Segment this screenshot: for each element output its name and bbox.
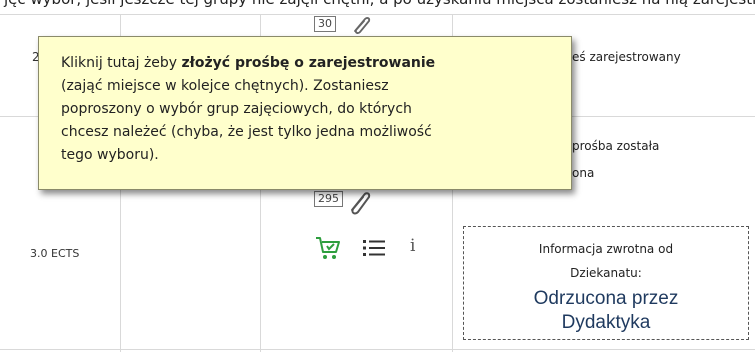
paperclip-icon[interactable] bbox=[344, 186, 374, 218]
ects-value: 3.0 ECTS bbox=[30, 247, 80, 260]
tooltip-line: (zająć miejsce w kolejce chętnych). Zost… bbox=[61, 78, 389, 94]
group-count-badge: 30 bbox=[314, 16, 336, 32]
feedback-box: Informacja zwrotna od Dziekanatu: Odrzuc… bbox=[463, 226, 749, 340]
feedback-value: Odrzucona przez Dydaktyka bbox=[533, 288, 679, 333]
page: jęć wybór, jeśli jeszcze tej grupy nie z… bbox=[0, 0, 755, 352]
status-text-line: ona bbox=[572, 166, 595, 180]
group-count-badge: 295 bbox=[314, 191, 343, 207]
tooltip-line: tego wyboru). bbox=[61, 147, 159, 163]
registration-tooltip: Kliknij tutaj żeby złożyć prośbę o zarej… bbox=[38, 36, 572, 190]
feedback-label: Informacja zwrotna od Dziekanatu: bbox=[538, 242, 674, 280]
status-text-line: prośba została bbox=[572, 139, 660, 153]
table-divider bbox=[0, 349, 755, 350]
list-icon[interactable] bbox=[362, 238, 386, 258]
tooltip-line: Kliknij tutaj żeby złożyć prośbę o zarej… bbox=[61, 55, 436, 71]
top-clipped-text: jęć wybór, jeśli jeszcze tej grupy nie z… bbox=[0, 0, 755, 14]
cart-icon[interactable] bbox=[314, 235, 342, 261]
tooltip-line: chcesz należeć (chyba, że jest tylko jed… bbox=[61, 124, 432, 140]
table-divider bbox=[0, 14, 755, 15]
paperclip-icon[interactable] bbox=[348, 12, 374, 38]
info-icon[interactable]: i bbox=[410, 236, 415, 256]
tooltip-line: poproszony o wybór grup zajęciowych, do … bbox=[61, 101, 412, 117]
status-header: eś zarejestrowany bbox=[572, 50, 681, 64]
